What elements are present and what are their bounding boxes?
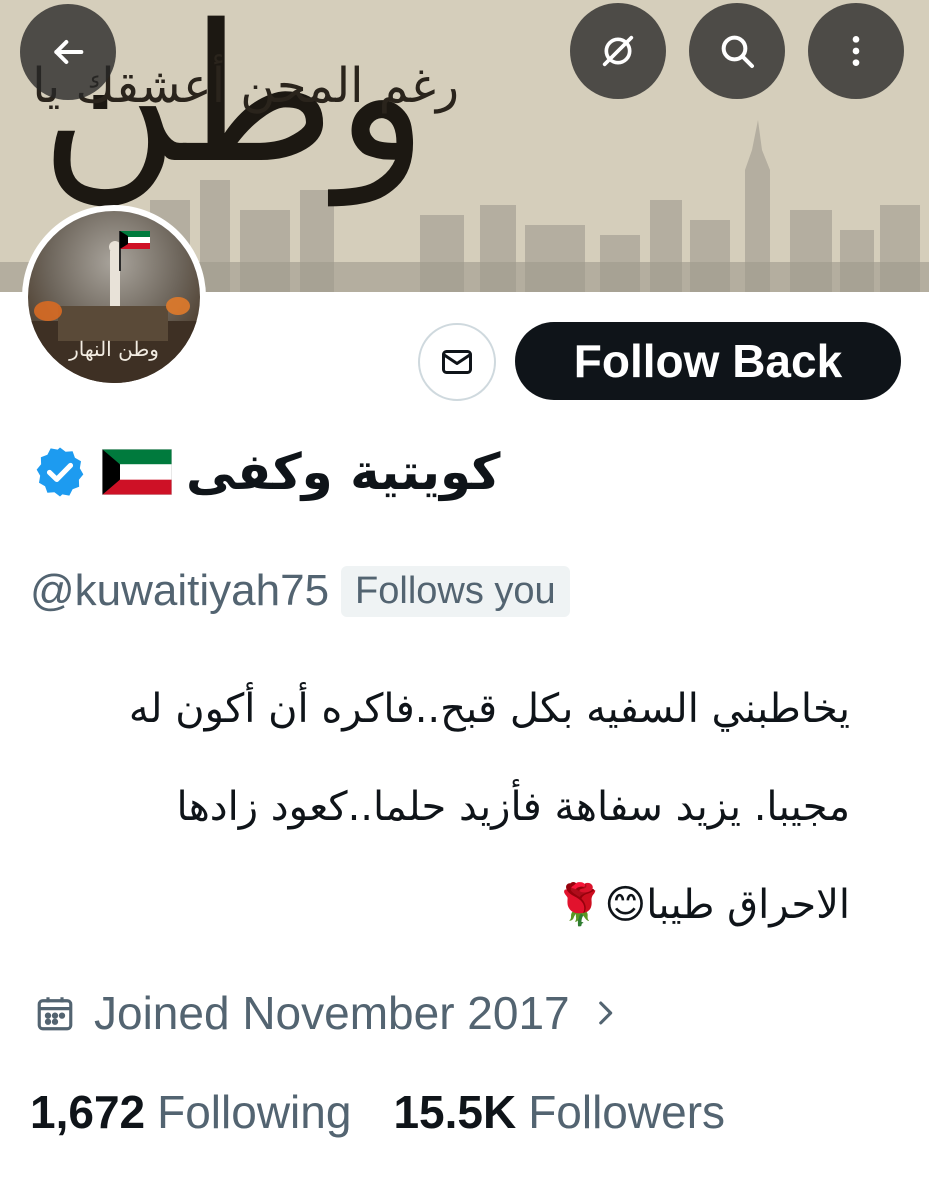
following-link[interactable]: 1,672 Following (30, 1085, 351, 1139)
follows-you-badge: Follows you (341, 565, 570, 617)
joined-date-row[interactable]: Joined November 2017 (34, 982, 622, 1044)
avatar-caption: وطن النهار (69, 337, 159, 361)
followers-link[interactable]: 15.5K Followers (393, 1085, 725, 1139)
message-button[interactable] (418, 323, 496, 401)
follow-back-button[interactable]: Follow Back (515, 322, 901, 400)
followers-count: 15.5K (393, 1086, 517, 1138)
avatar[interactable]: وطن النهار (22, 205, 206, 389)
kuwait-flag-icon (102, 449, 172, 495)
handle-row: @kuwaitiyah75 Follows you (30, 558, 570, 624)
joined-date: Joined November 2017 (94, 987, 570, 1039)
profile-bio: يخاطبني السفيه بكل قبح..فاكره أن أكون له… (30, 660, 850, 954)
bio-line: الاحراق طيبا😊🌹 (554, 882, 850, 928)
search-button[interactable] (689, 3, 785, 99)
search-icon (721, 35, 754, 68)
envelope-icon (442, 350, 472, 374)
grok-icon (602, 35, 634, 67)
chevron-right-icon (598, 1001, 612, 1025)
grok-button[interactable] (570, 3, 666, 99)
following-label: Following (157, 1086, 352, 1138)
username-handle: @kuwaitiyah75 (30, 566, 330, 615)
avatar-image: وطن النهار (28, 211, 200, 383)
bio-line: مجيبا. يزيد سفاهة فأزيد حلما..كعود زادها (176, 784, 850, 830)
back-button[interactable] (20, 4, 116, 100)
display-name-row: كويتية وكفى (32, 432, 500, 512)
follow-stats: 1,672 Following 15.5K Followers (30, 1080, 725, 1144)
verified-badge-icon[interactable] (32, 444, 88, 500)
display-name: كويتية وكفى (186, 443, 501, 501)
arrow-left-icon (54, 40, 84, 64)
followers-label: Followers (528, 1086, 726, 1138)
more-button[interactable] (808, 3, 904, 99)
calendar-icon (37, 997, 73, 1031)
bio-line: يخاطبني السفيه بكل قبح..فاكره أن أكون له (128, 686, 850, 732)
following-count: 1,672 (30, 1086, 146, 1138)
more-vertical-icon (852, 36, 860, 66)
